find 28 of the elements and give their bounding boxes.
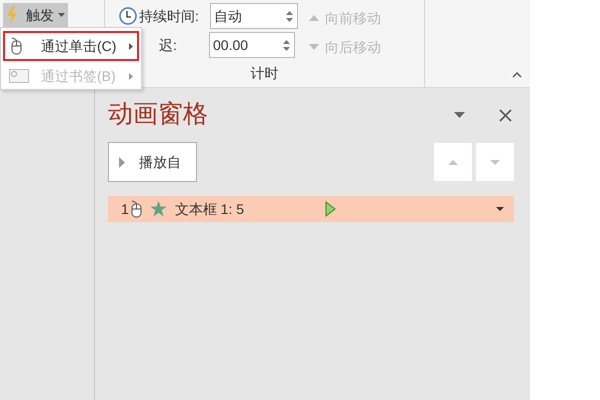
dropdown-icon[interactable] (454, 112, 465, 118)
collapse-icon[interactable] (512, 72, 522, 78)
field-label: 迟: (158, 36, 178, 54)
pane-title: 动画窗格 (108, 99, 208, 130)
bookmark-icon (9, 69, 29, 83)
spin-field[interactable]: 00.00 (209, 32, 295, 58)
submenu-arrow-icon (129, 72, 133, 80)
menu-item[interactable]: 通过单击(C) (3, 31, 139, 61)
close-icon[interactable] (499, 108, 512, 122)
lightning-icon (6, 6, 18, 24)
spin-field[interactable]: 自动 (210, 3, 298, 29)
mouse-icon (128, 200, 143, 218)
caret-icon (58, 13, 65, 17)
play-from-button[interactable]: 播放自 (108, 142, 197, 182)
up-triangle-icon (309, 15, 319, 21)
trigger-button[interactable]: 触发 (3, 3, 68, 27)
field-label: 持续时间: (139, 6, 200, 26)
clock-icon (119, 7, 137, 25)
caret-icon[interactable] (496, 207, 504, 211)
down-triangle-icon (490, 160, 500, 164)
submenu-arrow-icon (129, 42, 133, 50)
up-triangle-icon (448, 160, 458, 164)
star-icon (150, 201, 167, 217)
group-title: 计时 (250, 65, 278, 81)
mouse-icon (9, 37, 23, 55)
play-icon (119, 156, 125, 168)
down-triangle-icon (309, 44, 319, 50)
animation-item[interactable]: 1 文本框 1: 5 (108, 196, 514, 222)
